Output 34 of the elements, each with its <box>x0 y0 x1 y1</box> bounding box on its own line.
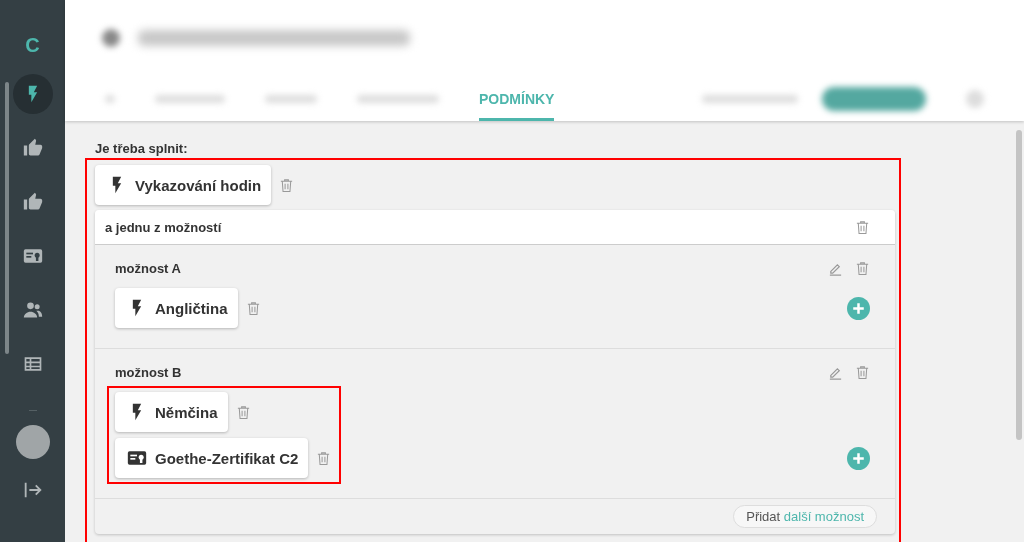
add-icon[interactable] <box>847 447 870 470</box>
requirement-chip[interactable]: Němčina <box>115 392 228 432</box>
certificate-icon <box>22 246 43 266</box>
group-title: a jednu z možností <box>105 219 222 235</box>
table-icon <box>22 354 43 374</box>
delete-icon[interactable] <box>855 261 870 276</box>
scrollbar[interactable] <box>5 82 9 354</box>
edit-icon[interactable] <box>828 365 843 380</box>
blurred-icon <box>966 89 984 108</box>
blurred-icon <box>102 29 120 47</box>
delete-icon[interactable] <box>855 365 870 380</box>
delete-icon[interactable] <box>235 404 251 420</box>
scrollbar[interactable] <box>1016 130 1022 440</box>
blurred-button[interactable] <box>822 86 926 111</box>
option-title: možnost B <box>115 365 183 380</box>
people-icon <box>22 300 43 320</box>
requirement-chip[interactable]: Goethe-Zertifikat C2 <box>115 438 309 478</box>
requirement-chip[interactable]: Angličtina <box>115 288 238 328</box>
avatar[interactable] <box>15 425 50 459</box>
section-heading: Je třeba splnit: <box>95 141 189 156</box>
delete-icon[interactable] <box>855 219 870 235</box>
certificate-icon <box>127 448 147 468</box>
option-title: možnost A <box>115 261 182 276</box>
delete-icon[interactable] <box>316 450 332 466</box>
logo[interactable]: C <box>25 34 40 60</box>
add-option-button[interactable]: Přidat další možnost <box>733 505 877 528</box>
thumbs-up-icon <box>22 192 43 212</box>
delete-icon[interactable] <box>245 300 261 316</box>
add-icon[interactable] <box>847 297 870 320</box>
thumbs-up-icon <box>22 138 43 158</box>
requirement-chip[interactable]: Vykazování hodin <box>95 165 272 205</box>
edit-icon[interactable] <box>828 261 843 276</box>
sidebar-item[interactable] <box>12 74 53 114</box>
delete-icon[interactable] <box>279 177 295 193</box>
